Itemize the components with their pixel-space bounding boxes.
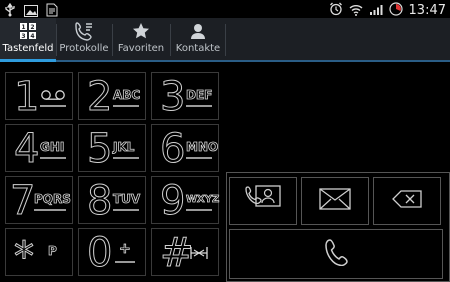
clock: 13:47 [408,3,446,18]
key-0-digit: 0 [86,230,113,277]
key-8-digit: 8 [86,178,113,225]
key-1[interactable]: 1 [5,72,73,121]
star-icon [132,19,150,43]
tab-call-log-label: Protokolle [59,43,109,54]
envelope-icon [318,186,352,216]
key-5-digit: 5 [86,126,113,173]
key-star-digit: * [14,234,35,281]
key-4[interactable]: 4 GHI [5,124,73,173]
key-2-digit: 2 [86,74,113,121]
action-panel [226,172,450,282]
key-3-digit: 3 [159,74,186,121]
phone-icon [324,238,348,270]
call-button[interactable] [229,229,443,279]
key-9-letters: WXYZ [186,194,220,206]
delete-button[interactable] [373,177,441,225]
key-4-digit: 4 [13,126,40,173]
key-star-letters: P [48,244,58,259]
key-9-digit: 9 [159,178,186,225]
key-4-letters: GHI [40,140,65,155]
key-8-letters: TUV [113,192,141,207]
tab-favorites[interactable]: Favoriten [113,18,169,60]
key-hash-digit: # [160,230,195,277]
tab-favorites-label: Favoriten [117,43,165,54]
key-6-digit: 6 [159,126,186,173]
key-1-digit: 1 [13,74,40,121]
video-call-icon [243,183,283,219]
tab-contacts-label: Kontakte [175,43,221,54]
key-8[interactable]: 8 TUV [78,176,146,225]
tab-keypad-label: Tastenfeld [2,43,54,54]
key-2-letters: ABC [113,88,141,103]
key-hash[interactable]: # [151,228,219,277]
svg-text:1: 1 [21,24,25,31]
tab-bar: 1234 Tastenfeld Protokolle Favoriten Kon… [0,18,450,62]
svg-text:3: 3 [21,33,25,40]
key-7[interactable]: 7 PQRS [5,176,73,225]
svg-text:4: 4 [30,33,34,40]
tab-keypad[interactable]: 1234 Tastenfeld [0,18,56,62]
message-button[interactable] [301,177,369,225]
status-bar: 13:47 [0,0,450,18]
call-log-icon [74,19,94,43]
key-2[interactable]: 2 ABC [78,72,146,121]
mute-icon [190,245,208,264]
tab-contacts[interactable]: Kontakte [171,18,225,60]
key-7-letters: PQRS [34,192,72,207]
key-7-digit: 7 [9,178,36,225]
key-6[interactable]: 6 MNO [151,124,219,173]
key-3-letters: DEF [186,88,213,103]
key-0[interactable]: 0 + [78,228,146,277]
key-6-letters: MNO [186,140,219,155]
key-star[interactable]: * P [5,228,73,281]
key-5[interactable]: 5 JKL [78,124,146,173]
voicemail-icon [40,87,66,106]
contact-icon [189,19,207,43]
key-0-letters: + [119,241,132,258]
backspace-icon [391,189,423,213]
key-5-letters: JKL [113,140,135,155]
svg-text:2: 2 [30,24,34,31]
key-3[interactable]: 3 DEF [151,72,219,121]
tab-call-log[interactable]: Protokolle [57,18,111,60]
video-call-button[interactable] [229,177,297,225]
keypad-icon: 1234 [19,19,37,43]
key-9[interactable]: 9 WXYZ [151,176,220,225]
